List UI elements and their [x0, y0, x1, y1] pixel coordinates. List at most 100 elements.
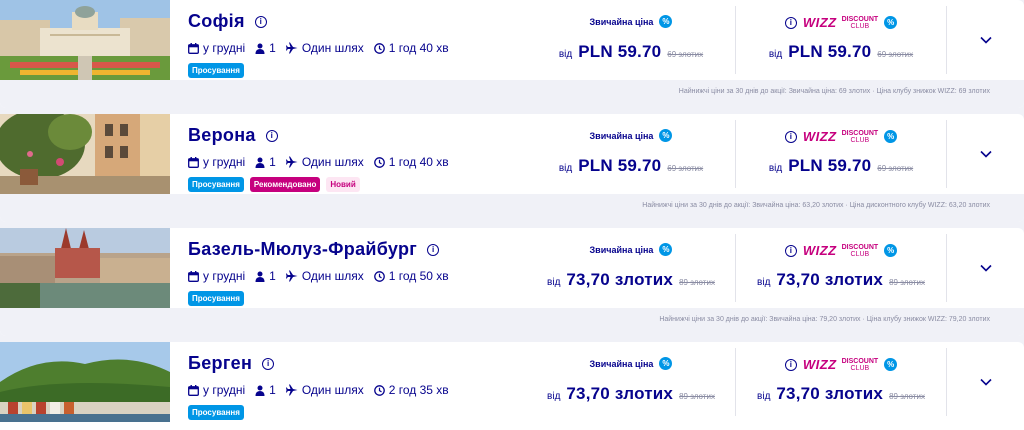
club-price-option[interactable]: i WIZZ DISCOUNT CLUB% від 73,70 злотих 89 зло…: [736, 342, 946, 422]
club-price: PLN 59.70: [788, 42, 872, 61]
destination-name: Берген: [188, 353, 253, 373]
standard-price-option[interactable]: Звичайна ціна% від 73,70 злотих 89 злотих: [527, 342, 735, 422]
club-old-price: 89 злотих: [889, 278, 925, 287]
from-label: від: [558, 163, 573, 174]
info-icon[interactable]: i: [427, 243, 440, 256]
trip-type: Один шлях: [301, 269, 364, 283]
travel-month: у грудні: [203, 269, 246, 283]
discount-percent-icon: %: [659, 15, 673, 28]
standard-price: 73,70 злотих: [566, 270, 674, 289]
from-label: від: [768, 163, 783, 174]
calendar-icon: [188, 42, 199, 54]
destination-name: Верона: [188, 125, 256, 145]
club-old-price: 89 злотих: [889, 392, 925, 401]
travel-month: у грудні: [203, 383, 246, 397]
flight-duration: 2 год 35 хв: [388, 383, 449, 397]
discount-percent-icon: %: [884, 130, 898, 143]
standard-price-label: Звичайна ціна: [589, 16, 654, 27]
club-old-price: 69 злотих: [877, 50, 914, 59]
destination-photo: [0, 114, 170, 194]
trip-type: Один шлях: [301, 41, 364, 55]
standard-price: 73,70 злотих: [566, 384, 674, 403]
discount-percent-icon: %: [659, 129, 673, 142]
promo-badge: Просування: [188, 177, 244, 192]
from-label: від: [558, 49, 573, 60]
travel-month: у грудні: [203, 155, 246, 169]
plane-icon: [285, 384, 298, 396]
standard-old-price: 69 злотих: [667, 50, 704, 59]
expand-button[interactable]: [947, 228, 1024, 308]
destination-photo: [0, 228, 170, 308]
chevron-down-icon: [979, 264, 992, 272]
from-label: від: [768, 49, 783, 60]
club-price-option[interactable]: i WIZZ DISCOUNT CLUB% від PLN 59.70 69 злотих: [736, 0, 946, 80]
lowest-price-note: Найнижчі ціни за 30 днів до акції: Звича…: [0, 194, 1024, 222]
info-icon[interactable]: i: [262, 357, 275, 370]
standard-price-option[interactable]: Звичайна ціна% від 73,70 злотих 89 злотих: [527, 228, 735, 308]
club-price: 73,70 злотих: [776, 270, 884, 289]
standard-price-option[interactable]: Звичайна ціна% від PLN 59.70 69 злотих: [527, 114, 735, 194]
promo-badge: Просування: [188, 291, 244, 306]
wizz-discount-club-logo: WIZZ DISCOUNT CLUB: [802, 357, 879, 372]
club-price-option[interactable]: i WIZZ DISCOUNT CLUB% від PLN 59.70 69 злотих: [736, 114, 946, 194]
from-label: від: [547, 277, 561, 288]
trip-type: Один шлях: [301, 155, 364, 169]
discount-percent-icon: %: [659, 243, 673, 256]
passenger-count: 1: [269, 383, 276, 397]
destination-photo: [0, 342, 170, 422]
trip-type: Один шлях: [301, 383, 364, 397]
club-price: PLN 59.70: [788, 156, 872, 175]
info-icon[interactable]: i: [784, 358, 797, 371]
flight-duration: 1 год 50 хв: [388, 269, 449, 283]
lowest-price-note: Найнижчі ціни за 30 днів до акції: Звича…: [0, 80, 1024, 108]
clock-icon: [373, 384, 385, 396]
discount-percent-icon: %: [659, 357, 673, 370]
info-icon[interactable]: i: [254, 15, 267, 28]
wizz-discount-club-logo: WIZZ DISCOUNT CLUB: [802, 15, 879, 30]
flight-duration: 1 год 40 хв: [388, 41, 449, 55]
clock-icon: [373, 156, 385, 168]
standard-price: PLN 59.70: [578, 156, 662, 175]
expand-button[interactable]: [947, 342, 1024, 422]
standard-price-option[interactable]: Звичайна ціна% від PLN 59.70 69 злотих: [527, 0, 735, 80]
flight-card[interactable]: Софія i у грудні 1 Один шлях 1 год 40 хв…: [0, 0, 1024, 108]
clock-icon: [373, 270, 385, 282]
discount-percent-icon: %: [884, 358, 898, 371]
standard-old-price: 89 злотих: [679, 392, 715, 401]
standard-price-label: Звичайна ціна: [589, 130, 654, 141]
passenger-icon: [255, 385, 265, 396]
passenger-icon: [255, 271, 265, 282]
destination-name: Базель-Мюлуз-Фрайбург: [188, 239, 418, 259]
info-icon[interactable]: i: [265, 129, 278, 142]
recommended-badge: Рекомендовано: [249, 177, 321, 192]
info-icon[interactable]: i: [784, 244, 797, 257]
wizz-discount-club-logo: WIZZ DISCOUNT CLUB: [802, 243, 879, 258]
from-label: від: [757, 277, 771, 288]
promo-badge: Просування: [188, 63, 244, 78]
from-label: від: [547, 391, 561, 402]
info-icon[interactable]: i: [784, 130, 797, 143]
flight-card[interactable]: Верона i у грудні 1 Один шлях 1 год 40 х…: [0, 114, 1024, 222]
club-old-price: 69 злотих: [877, 164, 914, 173]
club-price-option[interactable]: i WIZZ DISCOUNT CLUB% від 73,70 злотих 89 зло…: [736, 228, 946, 308]
expand-button[interactable]: [947, 0, 1024, 80]
travel-month: у грудні: [203, 41, 246, 55]
chevron-down-icon: [979, 36, 992, 44]
calendar-icon: [188, 270, 199, 282]
passenger-icon: [255, 43, 265, 54]
calendar-icon: [188, 156, 199, 168]
flight-duration: 1 год 40 хв: [388, 155, 449, 169]
clock-icon: [373, 42, 385, 54]
flight-card[interactable]: Берген i у грудні 1 Один шлях 2 год 35 х…: [0, 342, 1024, 430]
expand-button[interactable]: [947, 114, 1024, 194]
passenger-icon: [255, 157, 265, 168]
flight-card[interactable]: Базель-Мюлуз-Фрайбург i у грудні 1 Один …: [0, 228, 1024, 336]
chevron-down-icon: [979, 378, 992, 386]
new-badge: Новий: [326, 177, 360, 192]
club-price: 73,70 злотих: [776, 384, 884, 403]
discount-percent-icon: %: [884, 16, 898, 29]
standard-price: PLN 59.70: [578, 42, 662, 61]
plane-icon: [285, 156, 298, 168]
info-icon[interactable]: i: [784, 16, 797, 29]
plane-icon: [285, 42, 298, 54]
